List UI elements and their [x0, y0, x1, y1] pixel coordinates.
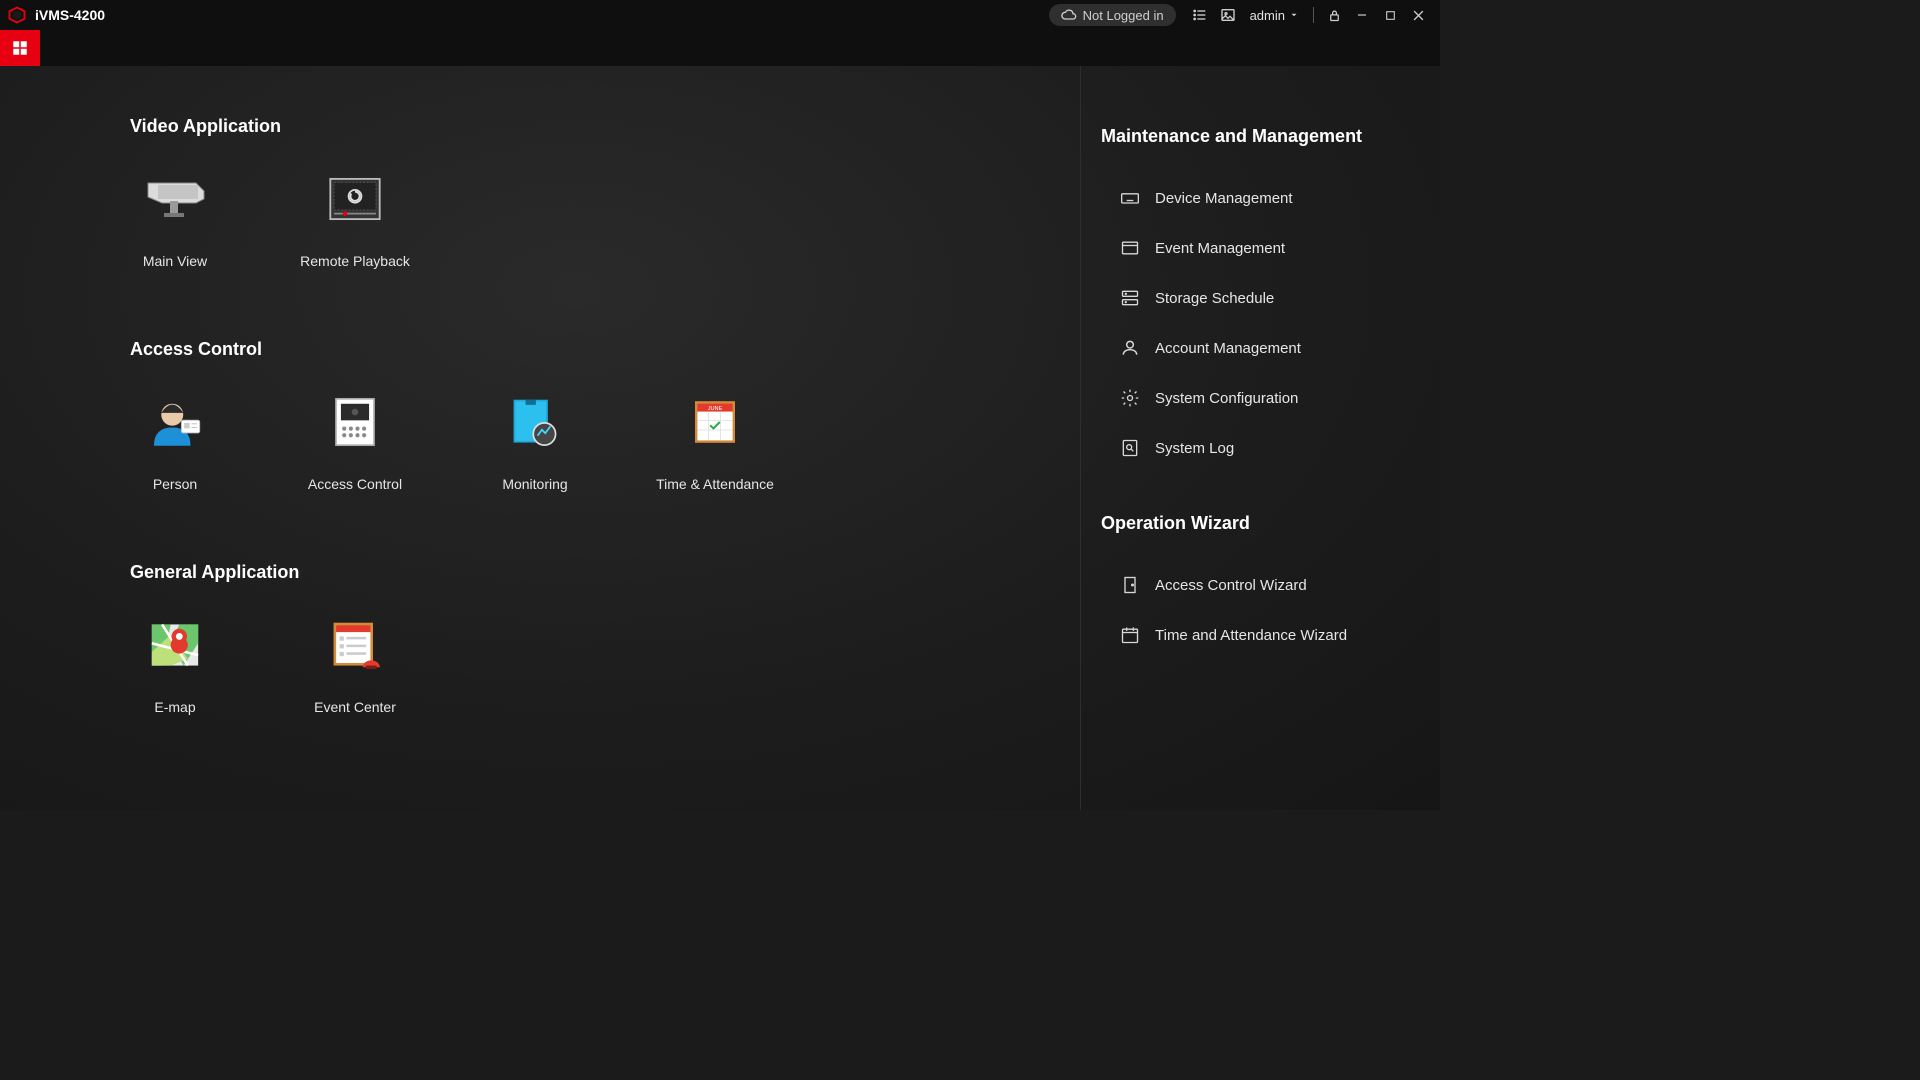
tile-access-control[interactable]: Access Control: [310, 390, 400, 492]
divider: [1313, 7, 1314, 23]
tile-label: Remote Playback: [300, 253, 410, 269]
section-title-general: General Application: [130, 562, 1080, 583]
cloud-icon: [1061, 7, 1077, 23]
camera-icon: [140, 167, 210, 231]
main-area: Video Application Main View: [0, 66, 1440, 810]
sidebar-item-system-log[interactable]: System Log: [1101, 423, 1440, 473]
event-center-icon: [320, 613, 390, 677]
sidebar-item-event-management[interactable]: Event Management: [1101, 223, 1440, 273]
sidebar-item-label: System Log: [1155, 440, 1234, 457]
left-panel: Video Application Main View: [0, 66, 1080, 810]
tile-remote-playback[interactable]: Remote Playback: [310, 167, 400, 269]
tiles-video: Main View Remote Playback: [130, 167, 1080, 269]
map-icon: [140, 613, 210, 677]
sidebar-section-wizard: Operation Wizard: [1101, 513, 1440, 534]
section-title-access: Access Control: [130, 339, 1080, 360]
tile-label: Person: [153, 476, 197, 492]
calendar-small-icon: [1119, 624, 1141, 646]
tile-label: Main View: [143, 253, 207, 269]
sidebar-item-label: Device Management: [1155, 190, 1293, 207]
keyboard-icon: [1119, 187, 1141, 209]
right-panel: Maintenance and Management Device Manage…: [1080, 66, 1440, 810]
window-icon: [1119, 237, 1141, 259]
user-menu[interactable]: admin: [1250, 8, 1299, 23]
minimize-icon[interactable]: [1353, 6, 1371, 24]
sidebar-item-label: Access Control Wizard: [1155, 577, 1307, 594]
app-title: iVMS-4200: [35, 7, 105, 23]
door-icon: [1119, 574, 1141, 596]
chevron-down-icon: [1289, 10, 1299, 20]
sidebar-item-label: Account Management: [1155, 340, 1301, 357]
lock-icon[interactable]: [1325, 6, 1343, 24]
tile-label: E-map: [154, 699, 195, 715]
sidebar-section-maintenance: Maintenance and Management: [1101, 126, 1440, 147]
tile-monitoring[interactable]: Monitoring: [490, 390, 580, 492]
tile-label: Access Control: [308, 476, 402, 492]
svg-text:JUNE: JUNE: [708, 406, 723, 412]
tile-person[interactable]: Person: [130, 390, 220, 492]
person-icon: [140, 390, 210, 454]
sidebar-item-label: Storage Schedule: [1155, 290, 1274, 307]
tile-main-view[interactable]: Main View: [130, 167, 220, 269]
sidebar-item-label: System Configuration: [1155, 390, 1298, 407]
home-tab[interactable]: [0, 30, 40, 66]
tile-label: Monitoring: [502, 476, 567, 492]
monitoring-icon: [500, 390, 570, 454]
sidebar-item-account-management[interactable]: Account Management: [1101, 323, 1440, 373]
user-icon: [1119, 337, 1141, 359]
storage-icon: [1119, 287, 1141, 309]
tabstrip: [0, 30, 1440, 66]
sidebar-item-label: Time and Attendance Wizard: [1155, 627, 1347, 644]
user-label: admin: [1250, 8, 1285, 23]
grid-icon: [11, 39, 29, 57]
sidebar-item-storage-schedule[interactable]: Storage Schedule: [1101, 273, 1440, 323]
login-status-text: Not Logged in: [1083, 8, 1164, 23]
tile-label: Event Center: [314, 699, 396, 715]
playback-icon: [320, 167, 390, 231]
tiles-access: Person Access Control: [130, 390, 1080, 492]
sidebar-item-access-control-wizard[interactable]: Access Control Wizard: [1101, 560, 1440, 610]
gear-icon: [1119, 387, 1141, 409]
sidebar-item-device-management[interactable]: Device Management: [1101, 173, 1440, 223]
tile-time-attendance[interactable]: JUNE Time & Attendance: [670, 390, 760, 492]
tile-label: Time & Attendance: [656, 476, 774, 492]
section-title-video: Video Application: [130, 116, 1080, 137]
image-icon[interactable]: [1219, 6, 1237, 24]
tiles-general: E-map Event Center: [130, 613, 1080, 715]
login-status-badge[interactable]: Not Logged in: [1049, 4, 1176, 26]
sidebar-item-label: Event Management: [1155, 240, 1285, 257]
log-icon: [1119, 437, 1141, 459]
sidebar-item-system-configuration[interactable]: System Configuration: [1101, 373, 1440, 423]
app-logo-icon: [8, 6, 26, 24]
tile-emap[interactable]: E-map: [130, 613, 220, 715]
calendar-icon: JUNE: [680, 390, 750, 454]
close-icon[interactable]: [1409, 6, 1427, 24]
tile-event-center[interactable]: Event Center: [310, 613, 400, 715]
maximize-icon[interactable]: [1381, 6, 1399, 24]
sidebar-item-time-attendance-wizard[interactable]: Time and Attendance Wizard: [1101, 610, 1440, 660]
list-icon[interactable]: [1191, 6, 1209, 24]
access-device-icon: [320, 390, 390, 454]
titlebar: iVMS-4200 Not Logged in admin: [0, 0, 1440, 30]
